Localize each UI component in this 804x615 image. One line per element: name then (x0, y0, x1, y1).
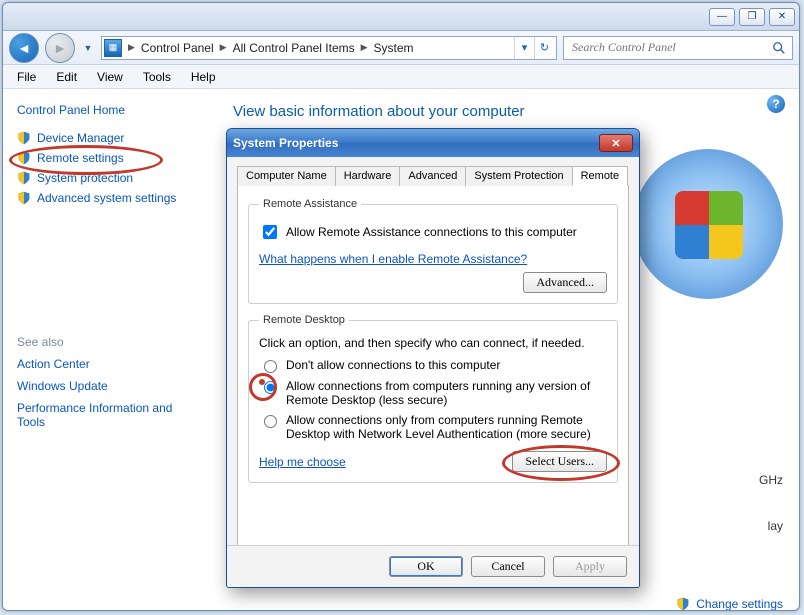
shield-icon (17, 171, 31, 185)
tabpane-remote: Remote Assistance Allow Remote Assistanc… (237, 186, 629, 548)
tab-system-protection[interactable]: System Protection (465, 166, 572, 186)
remote-assistance-group: Remote Assistance Allow Remote Assistanc… (248, 198, 618, 304)
tab-advanced[interactable]: Advanced (399, 166, 466, 186)
window-titlebar: — ❐ ✕ (3, 3, 799, 31)
address-bar[interactable]: ▦ ▶ Control Panel ▶ All Control Panel It… (101, 36, 557, 60)
partial-text-lay: lay (768, 519, 783, 533)
forward-button[interactable]: ► (45, 33, 75, 63)
tab-hardware[interactable]: Hardware (335, 166, 401, 186)
address-dropdown[interactable]: ▾ (514, 37, 534, 59)
sidebar-item-label: Advanced system settings (37, 191, 176, 205)
flag-icon (675, 191, 741, 257)
dialog-footer: OK Cancel Apply (227, 545, 639, 587)
radio-label: Allow connections from computers running… (286, 379, 607, 407)
search-icon (772, 41, 786, 55)
sidebar-item-device-manager[interactable]: Device Manager (17, 131, 201, 145)
tab-computer-name[interactable]: Computer Name (237, 166, 336, 186)
change-settings-label: Change settings (696, 597, 783, 611)
checkbox-input[interactable] (263, 225, 277, 239)
menubar: File Edit View Tools Help (3, 65, 799, 89)
rd-option-dont-allow[interactable]: Don't allow connections to this computer (259, 358, 607, 373)
radio-label: Allow connections only from computers ru… (286, 413, 607, 441)
history-dropdown[interactable]: ▼ (81, 33, 95, 63)
sidebar-home-link[interactable]: Control Panel Home (17, 103, 201, 117)
shield-icon (17, 131, 31, 145)
back-button[interactable]: ◄ (9, 33, 39, 63)
dialog-body: Computer Name Hardware Advanced System P… (227, 157, 639, 556)
menu-tools[interactable]: Tools (135, 68, 179, 86)
change-settings-link[interactable]: Change settings (676, 597, 783, 611)
advanced-button[interactable]: Advanced... (523, 272, 607, 293)
sidebar-item-advanced-system-settings[interactable]: Advanced system settings (17, 191, 201, 205)
menu-view[interactable]: View (89, 68, 131, 86)
radio-input[interactable] (264, 415, 277, 428)
page-title: View basic information about your comput… (233, 103, 783, 120)
tab-remote[interactable]: Remote (572, 166, 629, 186)
allow-remote-assistance-checkbox[interactable]: Allow Remote Assistance connections to t… (259, 222, 607, 242)
seealso-windows-update[interactable]: Windows Update (17, 379, 108, 393)
seealso-performance-info[interactable]: Performance Information and Tools (17, 401, 172, 429)
close-button[interactable]: ✕ (769, 8, 795, 26)
breadcrumb-item[interactable]: System (370, 41, 418, 55)
help-me-choose-link[interactable]: Help me choose (259, 455, 346, 469)
sidebar: Control Panel Home Device Manager Remote… (3, 89, 215, 610)
dialog-close-button[interactable]: ✕ (599, 134, 633, 152)
remote-desktop-group: Remote Desktop Click an option, and then… (248, 314, 618, 483)
tabstrip: Computer Name Hardware Advanced System P… (237, 165, 629, 186)
checkbox-label: Allow Remote Assistance connections to t… (286, 225, 577, 239)
shield-icon (17, 191, 31, 205)
navigation-row: ◄ ► ▼ ▦ ▶ Control Panel ▶ All Control Pa… (3, 31, 799, 65)
group-description: Click an option, and then specify who ca… (259, 336, 607, 350)
shield-icon (676, 597, 690, 611)
seealso-heading: See also (17, 335, 201, 349)
search-box[interactable] (563, 36, 793, 60)
sidebar-item-label: Device Manager (37, 131, 124, 145)
windows-logo (633, 149, 783, 299)
breadcrumb-item[interactable]: All Control Panel Items (229, 41, 359, 55)
breadcrumb-sep[interactable]: ▶ (126, 42, 137, 53)
rd-option-allow-nla[interactable]: Allow connections only from computers ru… (259, 413, 607, 441)
minimize-button[interactable]: — (709, 8, 735, 26)
menu-file[interactable]: File (9, 68, 44, 86)
annotation-circle (249, 373, 277, 401)
dialog-title: System Properties (233, 136, 338, 150)
remote-assistance-help-link[interactable]: What happens when I enable Remote Assist… (259, 252, 527, 266)
select-users-button[interactable]: Select Users... (512, 451, 607, 472)
ok-button[interactable]: OK (389, 556, 463, 577)
seealso-action-center[interactable]: Action Center (17, 357, 90, 371)
group-legend: Remote Assistance (259, 198, 361, 210)
help-icon[interactable]: ? (767, 95, 785, 113)
apply-button[interactable]: Apply (553, 556, 627, 577)
breadcrumb-sep[interactable]: ▶ (359, 42, 370, 53)
dialog-titlebar: System Properties ✕ (227, 129, 639, 157)
menu-edit[interactable]: Edit (48, 68, 85, 86)
group-legend: Remote Desktop (259, 314, 349, 326)
partial-text-ghz: GHz (759, 473, 783, 487)
sidebar-item-label: Remote settings (37, 151, 124, 165)
rd-option-allow-any[interactable]: Allow connections from computers running… (259, 379, 607, 407)
menu-help[interactable]: Help (183, 68, 224, 86)
search-input[interactable] (570, 39, 766, 56)
cancel-button[interactable]: Cancel (471, 556, 545, 577)
breadcrumb-sep[interactable]: ▶ (218, 42, 229, 53)
radio-label: Don't allow connections to this computer (286, 358, 500, 372)
maximize-button[interactable]: ❐ (739, 8, 765, 26)
shield-icon (17, 151, 31, 165)
refresh-button[interactable]: ↻ (534, 37, 554, 59)
system-properties-dialog: System Properties ✕ Computer Name Hardwa… (226, 128, 640, 588)
address-icon: ▦ (104, 39, 122, 57)
radio-input[interactable] (264, 360, 277, 373)
sidebar-item-remote-settings[interactable]: Remote settings (17, 151, 201, 165)
breadcrumb-item[interactable]: Control Panel (137, 41, 218, 55)
